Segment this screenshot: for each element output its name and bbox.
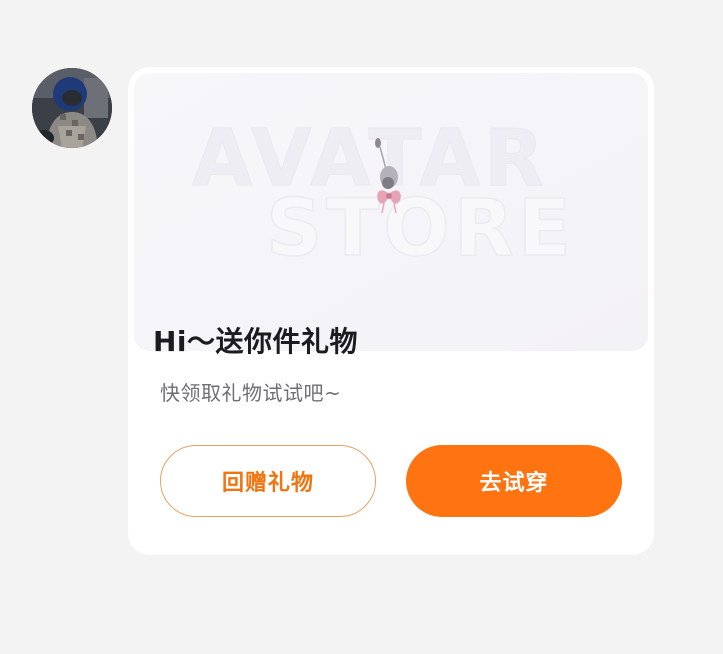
gift-banner: AVATAR STORE [134, 73, 648, 351]
avatar-store-watermark: AVATAR STORE [134, 73, 648, 351]
try-on-button[interactable]: 去试穿 [406, 445, 622, 517]
gift-card: AVATAR STORE Hi～送你件礼物 快领取礼物试试吧~ 回赠礼物 去试穿 [128, 67, 654, 555]
avatar[interactable] [32, 68, 112, 148]
card-title: Hi～送你件礼物 [153, 325, 359, 358]
watermark-line2: STORE [266, 184, 575, 274]
gift-back-button[interactable]: 回赠礼物 [160, 445, 376, 517]
chat-page: AVATAR STORE Hi～送你件礼物 快领取礼物试试吧~ 回赠礼物 去试穿 [0, 0, 723, 654]
card-subtitle: 快领取礼物试试吧~ [160, 381, 342, 405]
avatar-photo [32, 68, 112, 148]
